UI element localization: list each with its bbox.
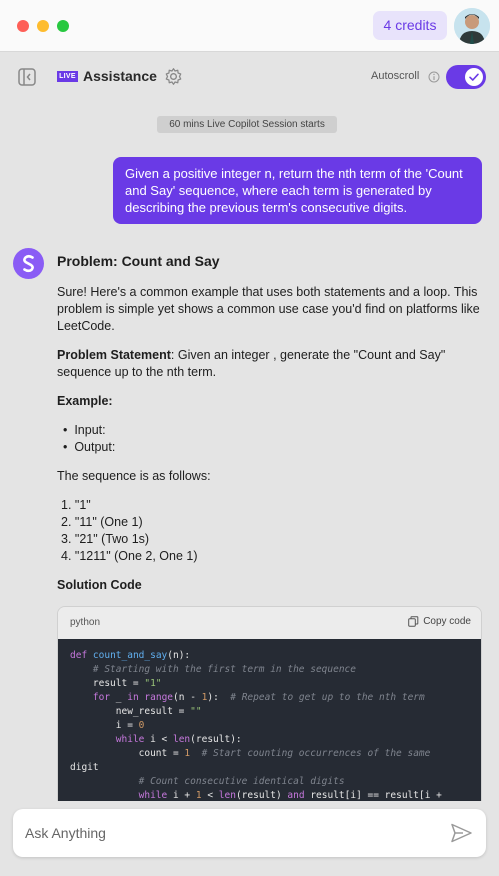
copy-code-button[interactable]: Copy code [408, 616, 471, 627]
answer-intro: Sure! Here's a common example that uses … [57, 285, 480, 333]
code-line: while i < len(result): [115, 734, 242, 745]
sequence-item: 3. "21" (Two 1s) [61, 532, 150, 546]
code-block: python Copy code def count_and_say(n): #… [57, 606, 482, 821]
problem-statement: Problem Statement: Given an integer , ge… [57, 347, 485, 381]
code-line: result = "1" [70, 678, 162, 689]
send-icon[interactable] [450, 822, 473, 849]
session-notice: 60 mins Live Copilot Session starts [157, 116, 337, 133]
code-line: i = 0 [70, 720, 145, 731]
user-message: Given a positive integer n, return the n… [113, 157, 482, 224]
live-badge: LIVE [57, 71, 78, 82]
sequence-item: 2. "11" (One 1) [61, 515, 143, 529]
code-line: def count_and_say(n): [70, 650, 191, 661]
page-title: Assistance [83, 68, 157, 84]
copy-icon [408, 616, 419, 627]
autoscroll-toggle[interactable] [446, 65, 486, 89]
solution-heading: Solution Code [57, 578, 142, 592]
code-line: digit [70, 762, 99, 773]
assistant-logo-icon [13, 248, 44, 279]
toggle-knob [465, 68, 483, 86]
close-window-button[interactable] [17, 20, 29, 32]
ask-input[interactable] [25, 809, 445, 857]
credits-button[interactable]: 4 credits [373, 11, 447, 40]
code-line: for _ in range(n - 1): # Repeat to get u… [92, 692, 425, 703]
composer [13, 809, 486, 857]
problem-statement-label: Problem Statement [57, 348, 171, 362]
example-item-output: • Output: [63, 440, 116, 454]
assistant-header: LIVE Assistance Autoscroll [0, 53, 499, 101]
example-item-input: • Input: [63, 423, 106, 437]
code-line: # Starting with the first term in the se… [92, 664, 356, 675]
autoscroll-label: Autoscroll [371, 70, 420, 82]
code-content: def count_and_say(n): # Starting with th… [58, 639, 481, 820]
code-language: python [70, 617, 101, 628]
maximize-window-button[interactable] [57, 20, 69, 32]
sidebar-toggle-icon[interactable] [17, 67, 37, 92]
code-line: count = 1 # Start counting occurrences o… [70, 748, 431, 759]
code-line: new_result = "" [70, 706, 202, 717]
gear-icon[interactable] [164, 67, 183, 91]
title-bar: 4 credits [0, 0, 499, 52]
info-icon[interactable] [428, 70, 440, 88]
avatar[interactable] [454, 8, 490, 44]
example-heading: Example: [57, 394, 113, 408]
sequence-item: 4. "1211" (One 2, One 1) [61, 549, 198, 563]
minimize-window-button[interactable] [37, 20, 49, 32]
check-icon [469, 73, 479, 81]
code-line: # Count consecutive identical digits [138, 776, 345, 787]
sequence-intro: The sequence is as follows: [57, 469, 211, 483]
sequence-item: 1. "1" [61, 498, 91, 512]
avatar-image [454, 8, 490, 44]
code-block-header: python Copy code [58, 607, 481, 639]
answer-title: Problem: Count and Say [57, 253, 220, 269]
